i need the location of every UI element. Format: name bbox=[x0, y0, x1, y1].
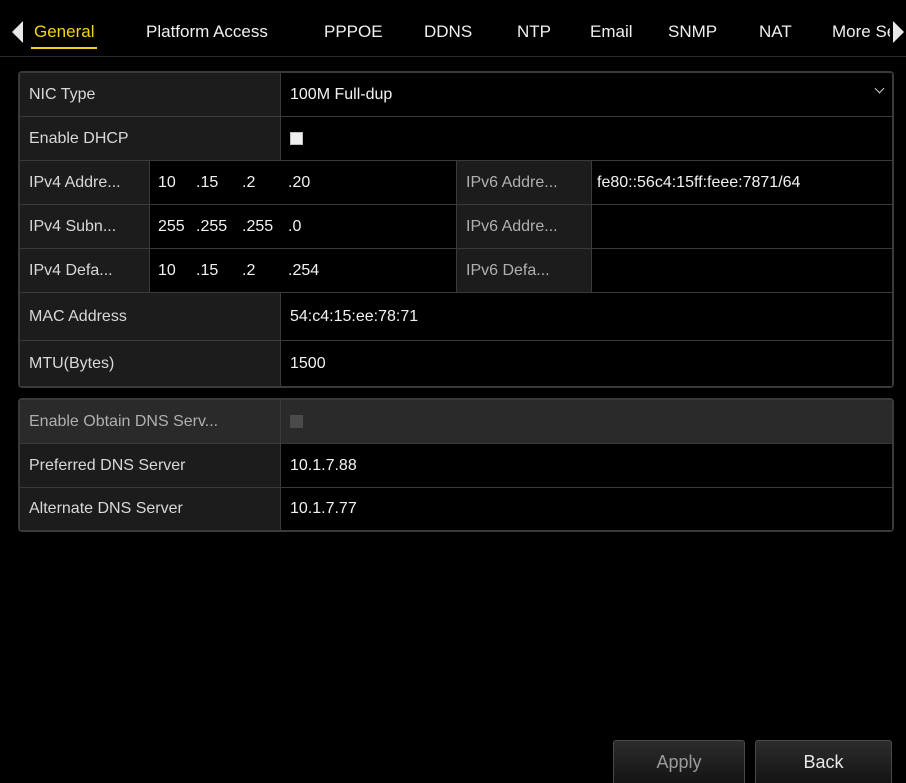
alternate-dns-input[interactable]: 10.1.7.77 bbox=[280, 487, 893, 531]
auto-dns-cell bbox=[280, 399, 893, 444]
enable-dhcp-cell bbox=[280, 116, 893, 161]
ipv4-gateway-octet: .2 bbox=[242, 261, 256, 279]
ipv4-gateway-octet: .15 bbox=[196, 261, 219, 279]
tab-ddns[interactable]: DDNS bbox=[424, 21, 472, 43]
ipv4-gateway-octet: .254 bbox=[288, 261, 320, 279]
nic-type-label: NIC Type bbox=[19, 72, 281, 117]
ipv6-address2-label: IPv6 Addre... bbox=[456, 204, 592, 249]
ipv4-gateway-field[interactable]: 10 .15 .2 .254 bbox=[149, 248, 457, 293]
tab-ntp[interactable]: NTP bbox=[517, 21, 551, 43]
ipv4-subnet-field[interactable]: 255 .255 .255 .0 bbox=[149, 204, 457, 249]
ipv6-gateway-label: IPv6 Defa... bbox=[456, 248, 592, 293]
mtu-label: MTU(Bytes) bbox=[19, 340, 281, 387]
ipv4-gateway-label: IPv4 Defa... bbox=[19, 248, 150, 293]
ipv4-subnet-octet: .0 bbox=[288, 217, 302, 235]
auto-dns-checkbox[interactable] bbox=[290, 415, 303, 428]
ipv4-subnet-octet: .255 bbox=[242, 217, 274, 235]
tab-pppoe[interactable]: PPPOE bbox=[324, 21, 383, 43]
tab-email[interactable]: Email bbox=[590, 21, 633, 43]
auto-dns-label: Enable Obtain DNS Serv... bbox=[19, 399, 281, 444]
nic-type-value: 100M Full-dup bbox=[290, 85, 393, 103]
chevron-down-icon bbox=[874, 83, 885, 94]
alternate-dns-label: Alternate DNS Server bbox=[19, 487, 281, 531]
ipv4-subnet-octet: 255 bbox=[158, 217, 185, 235]
tab-more-settings[interactable]: More Settings bbox=[832, 21, 890, 43]
ipv6-address1-value: fe80::56c4:15ff:feee:7871/64 bbox=[591, 160, 893, 205]
scroll-left-icon[interactable] bbox=[12, 21, 23, 43]
preferred-dns-label: Preferred DNS Server bbox=[19, 443, 281, 488]
ipv4-address-octet: 10 bbox=[158, 173, 176, 191]
tab-platform-access[interactable]: Platform Access bbox=[146, 21, 268, 43]
ipv4-subnet-label: IPv4 Subn... bbox=[19, 204, 150, 249]
ipv4-address-field[interactable]: 10 .15 .2 .20 bbox=[149, 160, 457, 205]
ipv4-gateway-octet: 10 bbox=[158, 261, 176, 279]
mac-address-value: 54:c4:15:ee:78:71 bbox=[280, 292, 893, 341]
nic-type-select[interactable]: 100M Full-dup bbox=[280, 72, 893, 117]
ipv4-address-octet: .15 bbox=[196, 173, 219, 191]
ipv6-address2-value bbox=[591, 204, 893, 249]
ipv4-address-octet: .20 bbox=[288, 173, 311, 191]
tab-snmp[interactable]: SNMP bbox=[668, 21, 717, 43]
tab-bar: General Platform Access PPPOE DDNS NTP E… bbox=[0, 0, 906, 58]
scroll-right-icon[interactable] bbox=[893, 21, 904, 43]
mac-address-label: MAC Address bbox=[19, 292, 281, 341]
ipv4-address-octet: .2 bbox=[242, 173, 256, 191]
preferred-dns-input[interactable]: 10.1.7.88 bbox=[280, 443, 893, 488]
mtu-input[interactable]: 1500 bbox=[280, 340, 893, 387]
ipv6-gateway-value bbox=[591, 248, 893, 293]
tab-general[interactable]: General bbox=[30, 21, 98, 49]
apply-button[interactable]: Apply bbox=[613, 740, 745, 783]
enable-dhcp-label: Enable DHCP bbox=[19, 116, 281, 161]
ipv4-address-label: IPv4 Addre... bbox=[19, 160, 150, 205]
ipv4-subnet-octet: .255 bbox=[196, 217, 228, 235]
enable-dhcp-checkbox[interactable] bbox=[290, 132, 303, 145]
back-button[interactable]: Back bbox=[755, 740, 892, 783]
ipv6-address1-label: IPv6 Addre... bbox=[456, 160, 592, 205]
tab-divider bbox=[0, 56, 906, 57]
tab-nat[interactable]: NAT bbox=[759, 21, 792, 43]
